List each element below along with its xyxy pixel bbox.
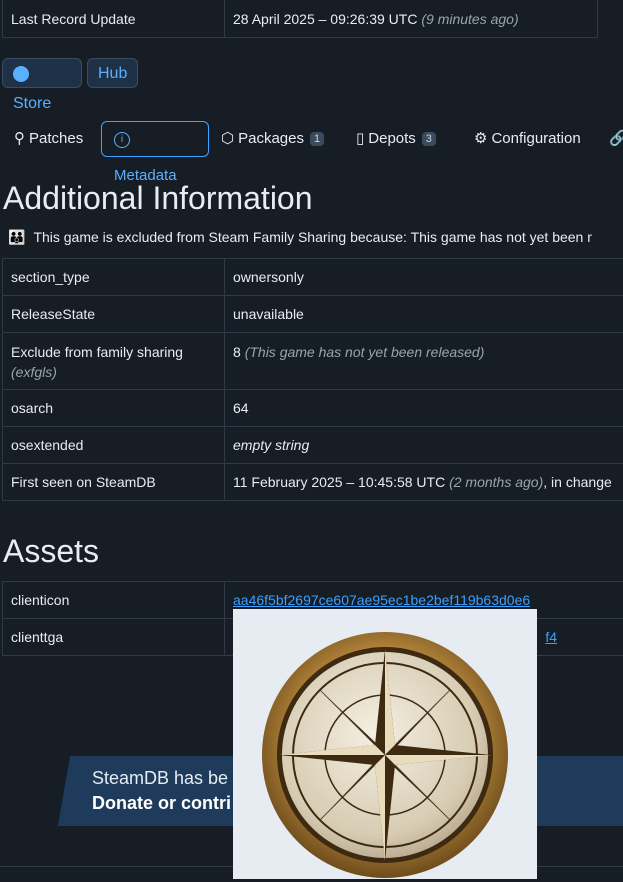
family-sharing-notice-text: This game is excluded from Steam Family … (33, 229, 591, 245)
gear-icon: ⚙ (474, 130, 487, 147)
asset-key: clienttga (3, 619, 225, 656)
tab-patches-label: Patches (29, 130, 83, 147)
last-update-note: (9 minutes ago) (421, 11, 518, 27)
row-value: 64 (225, 390, 623, 427)
row-key-cell: Exclude from family sharing (exfgls) (3, 333, 225, 390)
row-value-note: (2 months ago) (449, 474, 543, 490)
row-key: osextended (3, 427, 225, 464)
row-value: ownersonly (225, 259, 623, 296)
last-update-value: 28 April 2025 – 09:26:39 UTC (233, 11, 417, 27)
compass-icon (233, 609, 537, 879)
tab-depots-label: Depots (368, 130, 416, 147)
hub-button-label: Hub (98, 65, 127, 82)
row-key-code: (exfgls) (11, 364, 57, 380)
tab-configuration-label: Configuration (491, 130, 580, 147)
store-button-label: Store (13, 95, 51, 112)
hub-button[interactable]: Hub (87, 58, 138, 88)
row-value: 11 February 2025 – 10:45:58 UTC (233, 474, 445, 490)
steam-icon (13, 66, 29, 82)
asset-key: clienticon (3, 582, 225, 619)
row-key: osarch (3, 390, 225, 427)
row-key: Exclude from family sharing (11, 344, 183, 360)
clienttga-link[interactable]: f4 (545, 629, 557, 645)
family-icon: 👪 (8, 229, 25, 245)
row-value-note: empty string (225, 427, 623, 464)
row-key: First seen on SteamDB (3, 464, 225, 501)
row-value-note: (This game has not yet been released) (245, 344, 485, 360)
support-banner-line1: SteamDB has be (92, 768, 228, 789)
info-icon: i (114, 132, 130, 148)
patches-icon: ⚲ (14, 130, 25, 147)
tab-packages-label: Packages (238, 130, 304, 147)
package-icon: ⬡ (221, 130, 234, 147)
row-value-cell: 8 (This game has not yet been released) (225, 333, 623, 390)
last-update-table: Last Record Update 28 April 2025 – 09:26… (2, 0, 598, 38)
last-update-label: Last Record Update (3, 0, 225, 38)
row-key: ReleaseState (3, 296, 225, 333)
depots-count-badge: 3 (422, 132, 436, 146)
clienticon-link[interactable]: aa46f5bf2697ce607ae95ec1be2bef119b63d0e6 (233, 592, 530, 608)
depot-icon: ▯ (356, 130, 364, 147)
last-update-value-cell: 28 April 2025 – 09:26:39 UTC (9 minutes … (225, 0, 598, 38)
asset-preview-popup (233, 609, 537, 879)
additional-info-title: Additional Information (3, 180, 313, 217)
additional-info-table: section_type ownersonly ReleaseState una… (2, 258, 623, 501)
tab-patches[interactable]: ⚲Patches (14, 121, 83, 157)
link-icon[interactable]: 🔗 (609, 121, 623, 157)
packages-count-badge: 1 (310, 132, 324, 146)
support-banner-line2[interactable]: Donate or contri (92, 793, 231, 814)
row-value: unavailable (225, 296, 623, 333)
family-sharing-notice: 👪 This game is excluded from Steam Family… (8, 229, 623, 246)
tab-packages[interactable]: ⬡Packages 1 (221, 121, 324, 157)
row-key: section_type (3, 259, 225, 296)
tab-metadata[interactable]: iMetadata (101, 121, 209, 157)
assets-title: Assets (3, 533, 99, 570)
row-value-cell: 11 February 2025 – 10:45:58 UTC (2 month… (225, 464, 623, 501)
tab-depots[interactable]: ▯Depots 3 (356, 121, 436, 157)
tab-configuration[interactable]: ⚙Configuration (474, 121, 581, 157)
row-value-tail: , in change (543, 474, 612, 490)
store-button[interactable]: Store (2, 58, 82, 88)
row-value: 8 (233, 344, 241, 360)
